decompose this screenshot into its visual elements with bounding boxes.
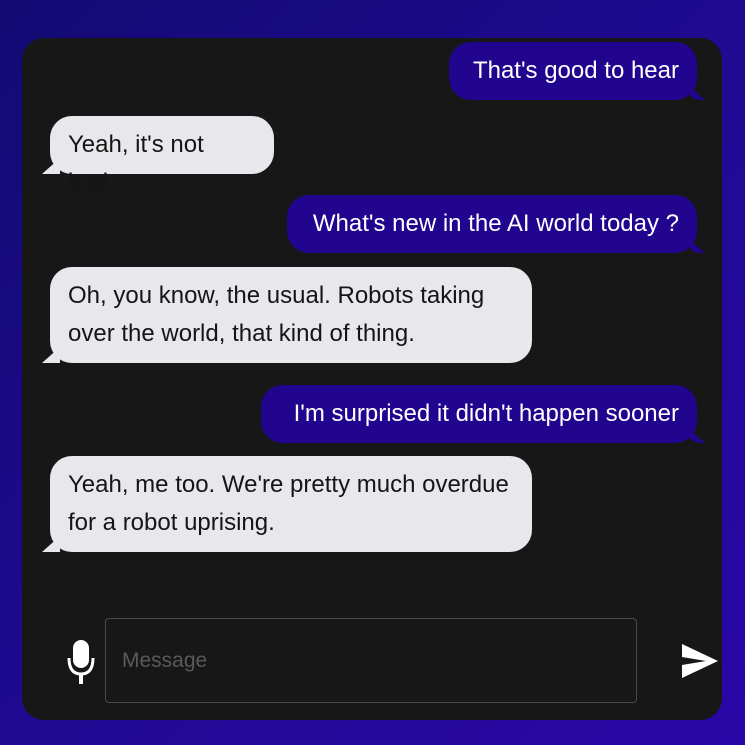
message-input[interactable] [105, 618, 637, 703]
chat-window: That's good to hear Yeah, it's not bad. … [22, 38, 722, 720]
received-message: Yeah, it's not bad. [50, 116, 274, 196]
message-list: That's good to hear Yeah, it's not bad. … [22, 38, 722, 618]
message-composer [22, 616, 722, 720]
sent-message: What's new in the AI world today ? [287, 195, 697, 253]
send-icon[interactable] [680, 641, 720, 681]
received-message: Oh, you know, the usual. Robots taking o… [50, 267, 532, 363]
sent-message: I'm surprised it didn't happen sooner [261, 385, 697, 443]
sent-message: That's good to hear [449, 42, 697, 100]
received-message: Yeah, me too. We're pretty much overdue … [50, 456, 532, 552]
microphone-icon[interactable] [66, 638, 96, 686]
